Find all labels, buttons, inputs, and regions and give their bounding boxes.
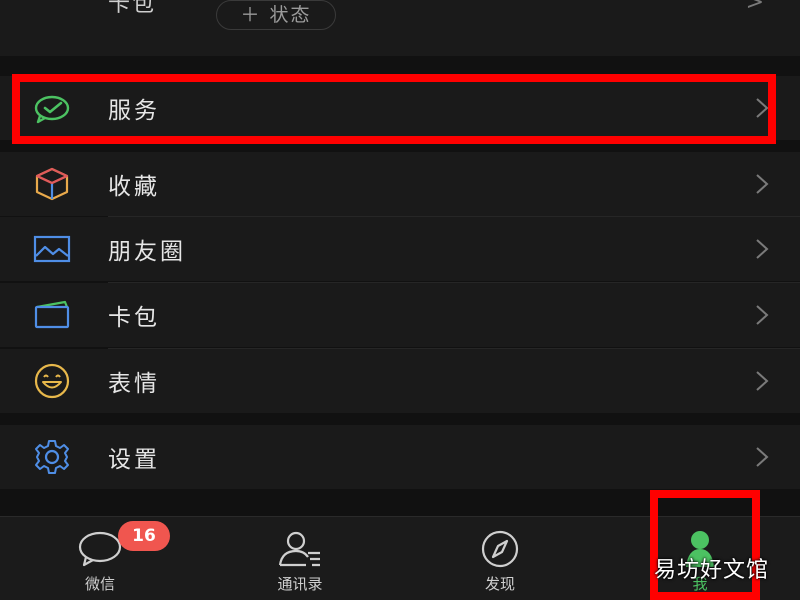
chevron-right-icon: > — [745, 0, 764, 15]
top-row-label: 卡包 — [108, 0, 157, 17]
menu-item-label: 朋友圈 — [108, 239, 186, 265]
chevron-right-icon — [754, 303, 770, 327]
cube-icon — [32, 164, 72, 204]
menu-item-stickers[interactable]: 表情 — [0, 349, 800, 413]
chevron-right-icon — [754, 445, 770, 469]
photo-icon — [32, 229, 72, 269]
wechat-me-screen: 卡包 ＋ 状态 > 服务 收藏 朋友圈 卡包 表情 设置 16 微信 通讯录 发… — [0, 0, 800, 600]
menu-item-label: 设置 — [108, 447, 160, 473]
chevron-right-icon — [754, 96, 770, 120]
card-wallet-icon — [32, 295, 72, 335]
compass-icon — [476, 529, 524, 569]
tab-discover[interactable]: 发现 — [400, 517, 600, 600]
menu-item-favorites[interactable]: 收藏 — [0, 152, 800, 216]
tab-label: 通讯录 — [277, 575, 323, 593]
menu-item-label: 服务 — [108, 98, 160, 124]
unread-badge: 16 — [118, 521, 170, 551]
menu-item-label: 卡包 — [108, 305, 160, 331]
menu-item-cards[interactable]: 卡包 — [0, 283, 800, 347]
smiley-icon — [32, 361, 72, 401]
menu-item-moments[interactable]: 朋友圈 — [0, 217, 800, 281]
chevron-right-icon — [754, 172, 770, 196]
menu-item-label: 表情 — [108, 371, 160, 397]
menu-item-label: 收藏 — [108, 174, 160, 200]
menu-item-service[interactable]: 服务 — [0, 76, 800, 140]
menu-item-settings[interactable]: 设置 — [0, 425, 800, 489]
cards-status-row[interactable]: 卡包 ＋ 状态 > — [0, 0, 800, 56]
chat-bubble-icon — [76, 529, 124, 569]
chevron-right-icon — [754, 237, 770, 261]
watermark-text: 易坊好文馆 — [654, 558, 770, 583]
tab-chats[interactable]: 16 微信 — [0, 517, 200, 600]
gear-icon — [32, 437, 72, 477]
tab-label: 微信 — [84, 575, 115, 593]
tab-contacts[interactable]: 通讯录 — [200, 517, 400, 600]
chevron-right-icon — [754, 369, 770, 393]
wechat-pay-icon — [32, 88, 72, 128]
contacts-icon — [276, 529, 324, 569]
add-status-button[interactable]: ＋ 状态 — [216, 0, 336, 30]
tab-label: 发现 — [484, 575, 515, 593]
